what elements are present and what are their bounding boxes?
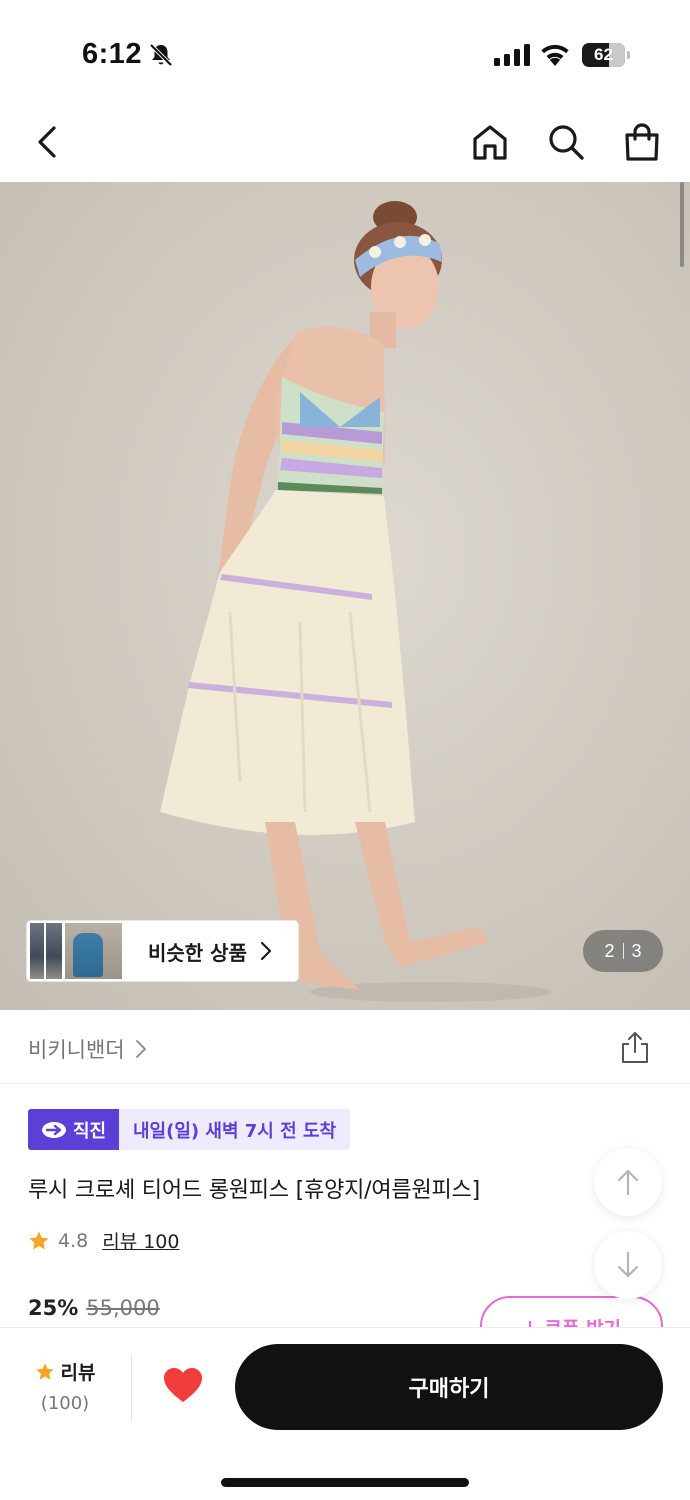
direct-delivery-icon (41, 1121, 66, 1138)
brand-link[interactable]: 비키니밴더 (28, 1034, 147, 1064)
battery-icon: 62 (582, 43, 630, 67)
direct-delivery-badge: 직진 (28, 1109, 119, 1150)
review-summary-count: (100) (40, 1393, 90, 1414)
direct-delivery-label: 직진 (72, 1120, 107, 1142)
bell-slash-icon (149, 43, 173, 67)
scroll-indicator (680, 182, 684, 267)
rating-value: 4.8 (58, 1229, 89, 1252)
status-time: 6:12 (82, 38, 143, 70)
wifi-icon (541, 44, 569, 66)
divider (131, 1354, 132, 1422)
home-indicator (221, 1478, 469, 1487)
discount-rate: 25% (28, 1296, 79, 1320)
arrow-up-icon (617, 1169, 639, 1196)
arrow-down-icon (617, 1251, 639, 1278)
search-icon[interactable] (546, 122, 586, 162)
similar-products-label: 비슷한 상품 (148, 940, 247, 965)
star-icon (35, 1362, 54, 1380)
battery-percent: 62 (594, 45, 613, 64)
scroll-bottom-button[interactable] (594, 1231, 662, 1299)
page-separator (622, 943, 624, 959)
product-image-gallery[interactable]: 비슷한 상품 2 3 (0, 182, 690, 1010)
review-summary-label: 리뷰 (60, 1362, 96, 1384)
brand-row: 비키니밴더 (0, 1010, 690, 1084)
similar-products-button[interactable]: 비슷한 상품 (26, 920, 299, 982)
current-page: 2 (604, 940, 615, 961)
signal-icon (494, 44, 530, 66)
image-page-indicator: 2 3 (583, 930, 663, 972)
rating-row: 4.8 리뷰 100 (28, 1227, 179, 1254)
battery-body: 62 (582, 43, 625, 67)
share-icon[interactable] (620, 1030, 650, 1064)
chevron-right-icon (135, 1040, 146, 1058)
review-summary-button[interactable]: 리뷰 (100) (22, 1358, 108, 1414)
buy-button[interactable]: 구매하기 (235, 1344, 663, 1430)
review-summary-top: 리뷰 (22, 1358, 108, 1385)
product-title: 루시 크로셰 티어드 롱원피스 [휴양지/여름원피스] (28, 1178, 480, 1203)
star-icon (29, 1231, 49, 1249)
brand-name: 비키니밴더 (28, 1038, 125, 1062)
similar-thumbnail (30, 923, 62, 979)
arrival-estimate: 내일(일) 새벽 7시 전 도착 (119, 1109, 351, 1150)
review-link[interactable]: 리뷰 100 (102, 1227, 179, 1254)
price-row: 25% 55,000 (28, 1296, 160, 1320)
product-photo (160, 201, 550, 1002)
chevron-right-icon (260, 941, 272, 961)
similar-products-thumbnails (30, 923, 124, 979)
scroll-top-button[interactable] (594, 1148, 662, 1216)
home-icon[interactable] (470, 122, 510, 162)
delivery-info: 직진 내일(일) 새벽 7시 전 도착 (28, 1109, 351, 1150)
shopping-bag-icon[interactable] (622, 122, 662, 162)
nav-bar (0, 100, 690, 182)
bottom-action-bar: 리뷰 (100) 구매하기 (0, 1327, 690, 1500)
battery-tip (627, 51, 630, 59)
original-price: 55,000 (86, 1296, 160, 1320)
total-pages: 3 (631, 940, 642, 961)
heart-icon[interactable] (162, 1366, 204, 1404)
similar-thumbnail (65, 923, 122, 979)
chevron-left-icon[interactable] (28, 122, 68, 162)
status-bar: 6:12 62 (0, 0, 690, 100)
